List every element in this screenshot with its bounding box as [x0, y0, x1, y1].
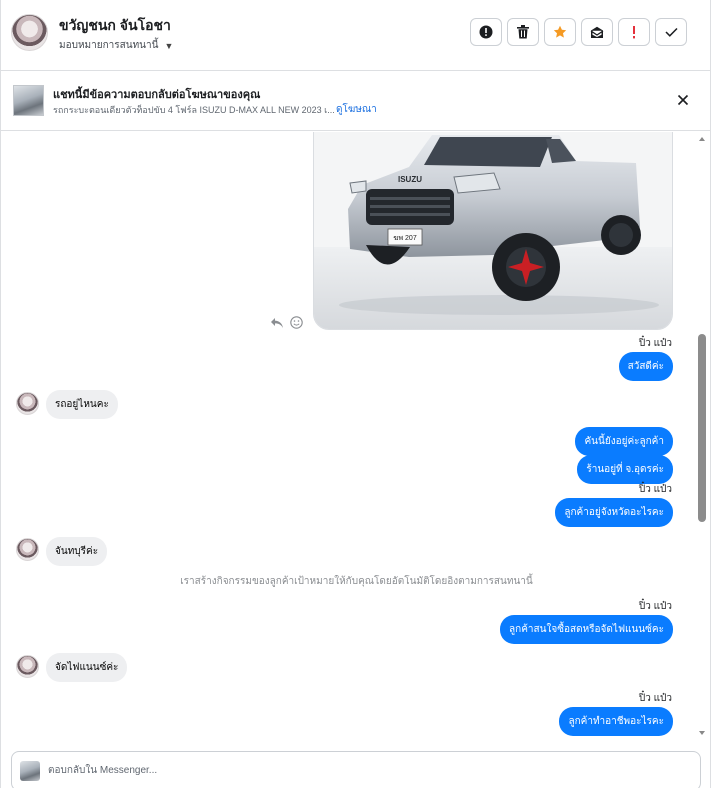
sender-label: ปิ๋ว แป๋ว [638, 338, 672, 349]
contact-avatar-small[interactable] [16, 392, 39, 415]
vehicle-photo: ISUZU ฆพ 207 [314, 132, 672, 329]
system-notice: เราสร้างกิจกรรมของลูกค้าเป้าหมายให้กับคุ… [180, 576, 533, 587]
assign-label: มอบหมายการสนทนานี้ [59, 40, 159, 51]
messenger-panel: ขวัญชนก จันโอชา มอบหมายการสนทนานี้ ▼ แชท… [0, 0, 711, 788]
react-emoji-icon[interactable] [290, 316, 303, 334]
vehicle-brand-text: ISUZU [398, 175, 422, 184]
mark-unread-icon [590, 26, 604, 38]
star-icon [553, 25, 567, 38]
sender-label: ปิ๋ว แป๋ว [638, 484, 672, 495]
outgoing-message[interactable]: คันนี้ยังอยู่ค่ะลูกค้า [575, 427, 673, 456]
alert-button[interactable] [470, 18, 502, 46]
message-composer [11, 751, 701, 788]
assign-conversation-dropdown[interactable]: มอบหมายการสนทนานี้ ▼ [59, 38, 173, 53]
reply-icon[interactable] [270, 316, 284, 334]
reply-input[interactable] [48, 760, 648, 780]
outgoing-message[interactable]: ลูกค้าสนใจซื้อสดหรือจัดไฟแนนซ์คะ [500, 615, 673, 644]
contact-name[interactable]: ขวัญชนก จันโอชา [59, 15, 171, 37]
ad-banner-title: แชทนี้มีข้อความตอบกลับต่อโฆษณาของคุณ [53, 89, 261, 101]
scroll-down-arrow-icon[interactable] [699, 731, 705, 735]
contact-avatar[interactable] [11, 14, 48, 51]
done-button[interactable] [655, 18, 687, 46]
incoming-message[interactable]: รถอยู่ไหนคะ [46, 390, 118, 419]
sender-label: ปิ๋ว แป๋ว [638, 601, 672, 612]
view-ad-link[interactable]: ดูโฆษณา [336, 102, 377, 117]
outgoing-message[interactable]: ร้านอยู่ที่ จ.อุดรค่ะ [577, 455, 673, 484]
conversation-header: ขวัญชนก จันโอชา มอบหมายการสนทนานี้ ▼ [1, 0, 711, 71]
header-actions [470, 18, 687, 46]
trash-icon [517, 25, 529, 39]
outgoing-message[interactable]: สวัสดีค่ะ [618, 352, 673, 381]
message-thread: ISUZU ฆพ 207 ปิ๋ว แป๋ว สวัสดีค่ะ รถอยู่ไ… [1, 132, 711, 742]
ad-banner-subtitle: รถกระบะตอนเดียวตัวท็อปขับ 4 โฟร์ล ISUZU … [53, 105, 335, 115]
close-icon[interactable] [675, 92, 691, 108]
mark-unread-button[interactable] [581, 18, 613, 46]
scrollbar-thumb[interactable] [698, 334, 706, 522]
chevron-down-icon: ▼ [164, 40, 174, 51]
delete-button[interactable] [507, 18, 539, 46]
important-button[interactable] [618, 18, 650, 46]
page-avatar [20, 761, 40, 781]
star-button[interactable] [544, 18, 576, 46]
license-plate-text: ฆพ 207 [393, 235, 417, 242]
sender-label: ปิ๋ว แป๋ว [638, 693, 672, 704]
done-check-icon [664, 27, 678, 37]
contact-avatar-small[interactable] [16, 655, 39, 678]
ad-reply-banner: แชทนี้มีข้อความตอบกลับต่อโฆษณาของคุณ รถก… [1, 72, 711, 131]
outgoing-message[interactable]: ลูกค้าทำอาชีพอะไรคะ [559, 707, 673, 736]
alert-icon [479, 25, 493, 39]
vehicle-photo-attachment[interactable]: ISUZU ฆพ 207 [313, 132, 673, 330]
scroll-up-arrow-icon[interactable] [699, 137, 705, 141]
incoming-message[interactable]: จันทบุรีค่ะ [46, 537, 108, 566]
outgoing-message[interactable]: ลูกค้าอยู่จังหวัดอะไรคะ [555, 498, 673, 527]
incoming-message[interactable]: จัดไฟแนนซ์ค่ะ [46, 653, 128, 682]
message-actions [270, 316, 303, 334]
ad-thumbnail[interactable] [13, 85, 44, 116]
contact-avatar-small[interactable] [16, 538, 39, 561]
important-icon [633, 25, 635, 38]
